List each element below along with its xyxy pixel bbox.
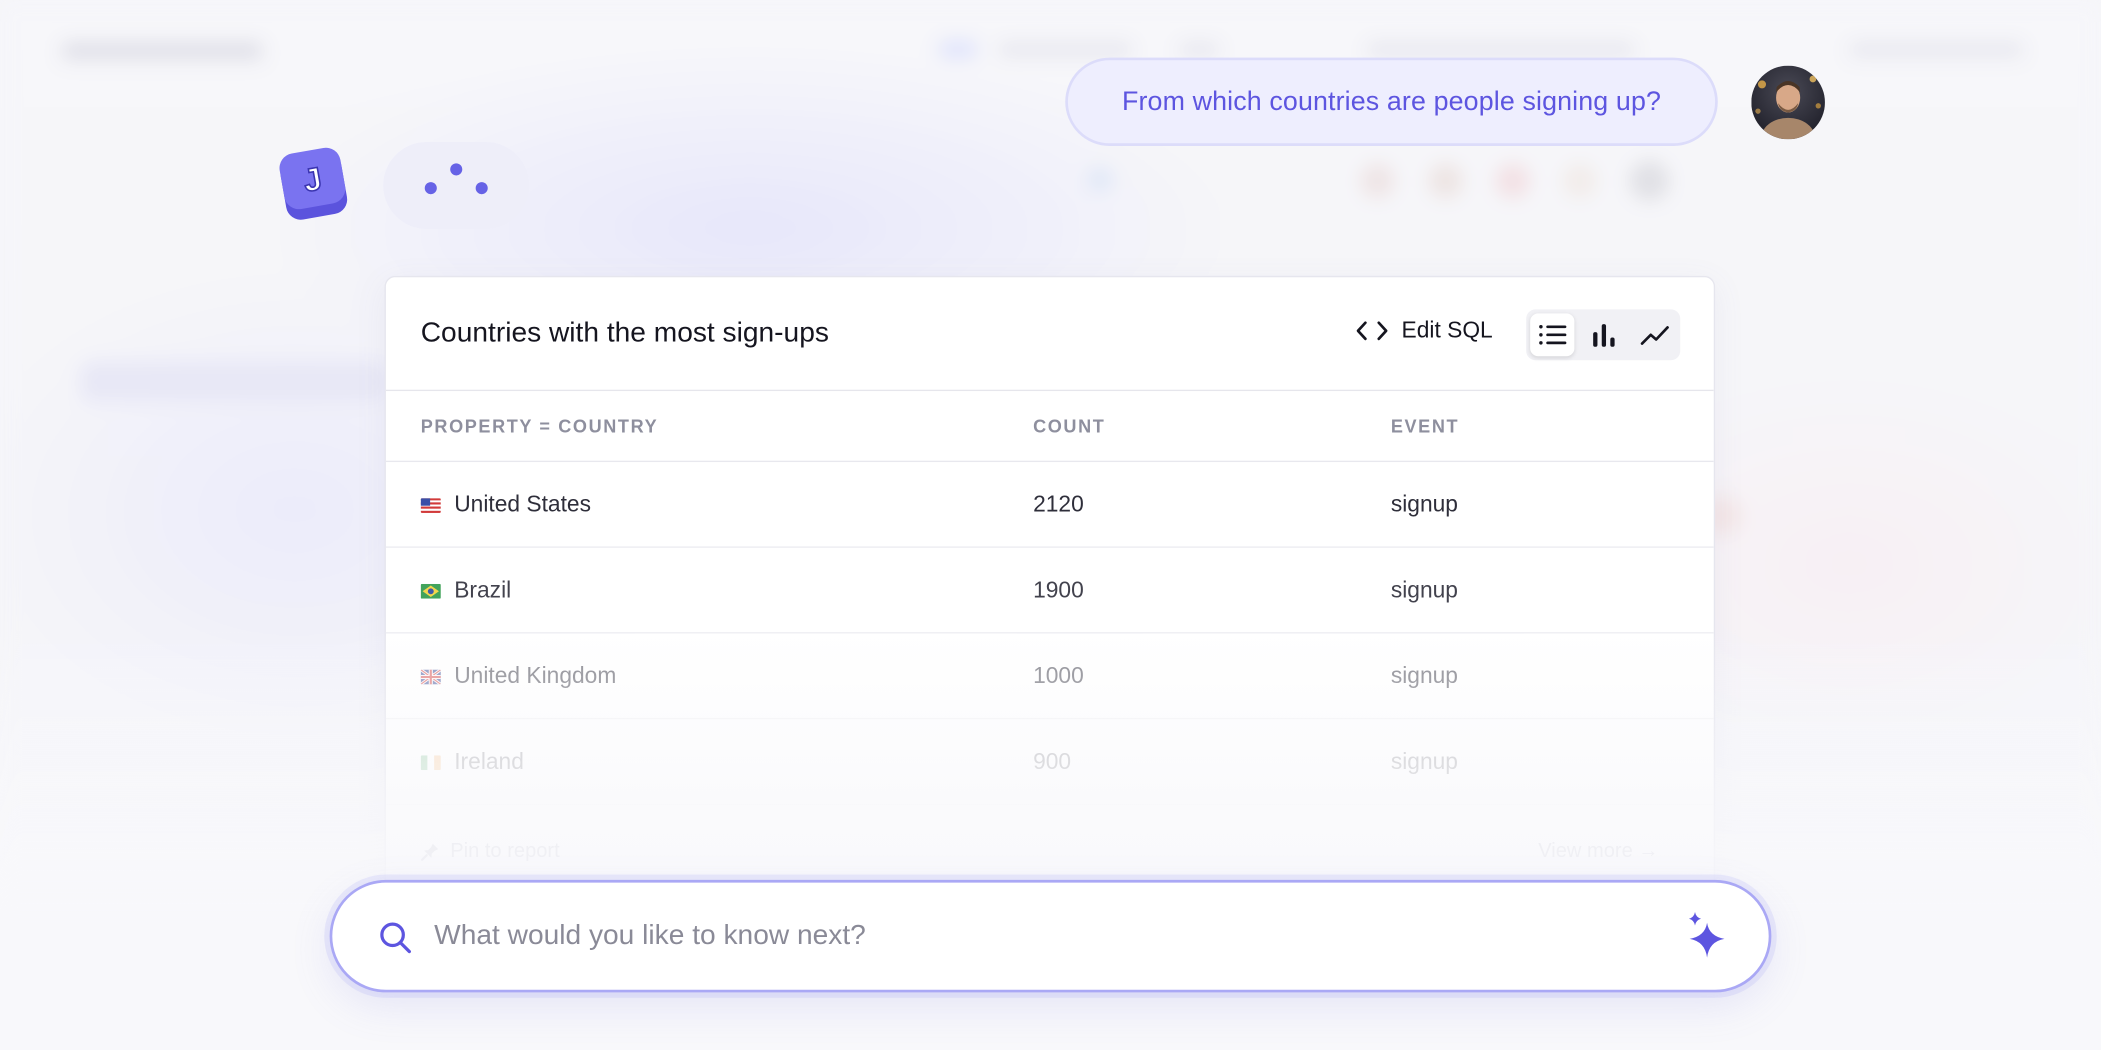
country-cell: United Kingdom <box>420 633 617 719</box>
country-name: United States <box>454 491 591 517</box>
event-cell: signup <box>1390 748 1458 775</box>
count-cell: 1000 <box>1033 662 1084 689</box>
table-row[interactable]: Brazil 1900 signup <box>385 548 1714 634</box>
typing-dot <box>424 182 437 195</box>
search-input[interactable] <box>431 909 1638 963</box>
uk-flag-icon <box>420 668 441 684</box>
country-name: United Kingdom <box>454 662 617 689</box>
typing-dot <box>475 182 488 195</box>
card-footer: Pin to report View more → <box>386 826 1714 880</box>
country-cell: United States <box>420 462 591 548</box>
sparkle-icon[interactable] <box>1684 909 1730 963</box>
event-cell: signup <box>1390 662 1458 689</box>
user-message-text: From which countries are people signing … <box>1121 86 1662 116</box>
us-flag-icon <box>420 497 441 513</box>
brazil-flag-icon <box>420 583 441 598</box>
ask-search-bar <box>329 879 1772 993</box>
list-icon <box>1538 325 1566 345</box>
table-row[interactable]: United States 2120 signup <box>385 462 1714 548</box>
table-view-button[interactable] <box>1530 313 1575 357</box>
assistant-logo-icon: J <box>276 146 354 224</box>
card-title: Countries with the most sign-ups <box>420 317 829 349</box>
card-header: Countries with the most sign-ups Edit SQ… <box>385 277 1714 392</box>
pin-icon <box>421 843 439 861</box>
view-mode-toggle <box>1526 309 1681 361</box>
count-cell: 2120 <box>1033 491 1084 517</box>
event-cell: signup <box>1390 491 1458 517</box>
view-more-link[interactable]: View more → <box>1538 840 1658 863</box>
event-cell: signup <box>1390 577 1458 603</box>
bar-chart-icon <box>1592 324 1614 347</box>
count-cell: 1900 <box>1033 577 1084 603</box>
country-cell: Ireland <box>420 719 524 805</box>
user-message-bubble: From which countries are people signing … <box>1065 57 1718 146</box>
count-cell: 900 <box>1033 748 1072 775</box>
table-row[interactable]: Ireland 900 signup <box>385 719 1714 805</box>
edit-sql-button[interactable]: Edit SQL <box>1356 317 1493 344</box>
line-chart-view-button[interactable] <box>1632 313 1676 356</box>
ireland-flag-icon <box>420 754 441 770</box>
search-icon <box>380 922 411 954</box>
country-name: Ireland <box>454 748 524 775</box>
column-header-count[interactable]: COUNT <box>1033 417 1105 437</box>
results-card: Countries with the most sign-ups Edit SQ… <box>384 275 1716 906</box>
column-header-event[interactable]: EVENT <box>1391 417 1459 437</box>
typing-indicator <box>383 141 530 230</box>
edit-sql-label: Edit SQL <box>1401 317 1493 343</box>
bar-chart-view-button[interactable] <box>1581 313 1625 356</box>
typing-dot <box>450 163 463 176</box>
country-name: Brazil <box>454 577 512 603</box>
code-icon <box>1356 321 1388 341</box>
user-avatar[interactable] <box>1751 65 1825 140</box>
table-row[interactable]: United Kingdom 1000 signup <box>385 633 1714 720</box>
country-cell: Brazil <box>420 548 512 634</box>
line-chart-icon <box>1640 326 1669 345</box>
pin-to-report-label: Pin to report <box>450 839 560 863</box>
pin-to-report-button[interactable]: Pin to report <box>421 840 560 863</box>
column-header-property[interactable]: PROPERTY = COUNTRY <box>421 417 659 437</box>
